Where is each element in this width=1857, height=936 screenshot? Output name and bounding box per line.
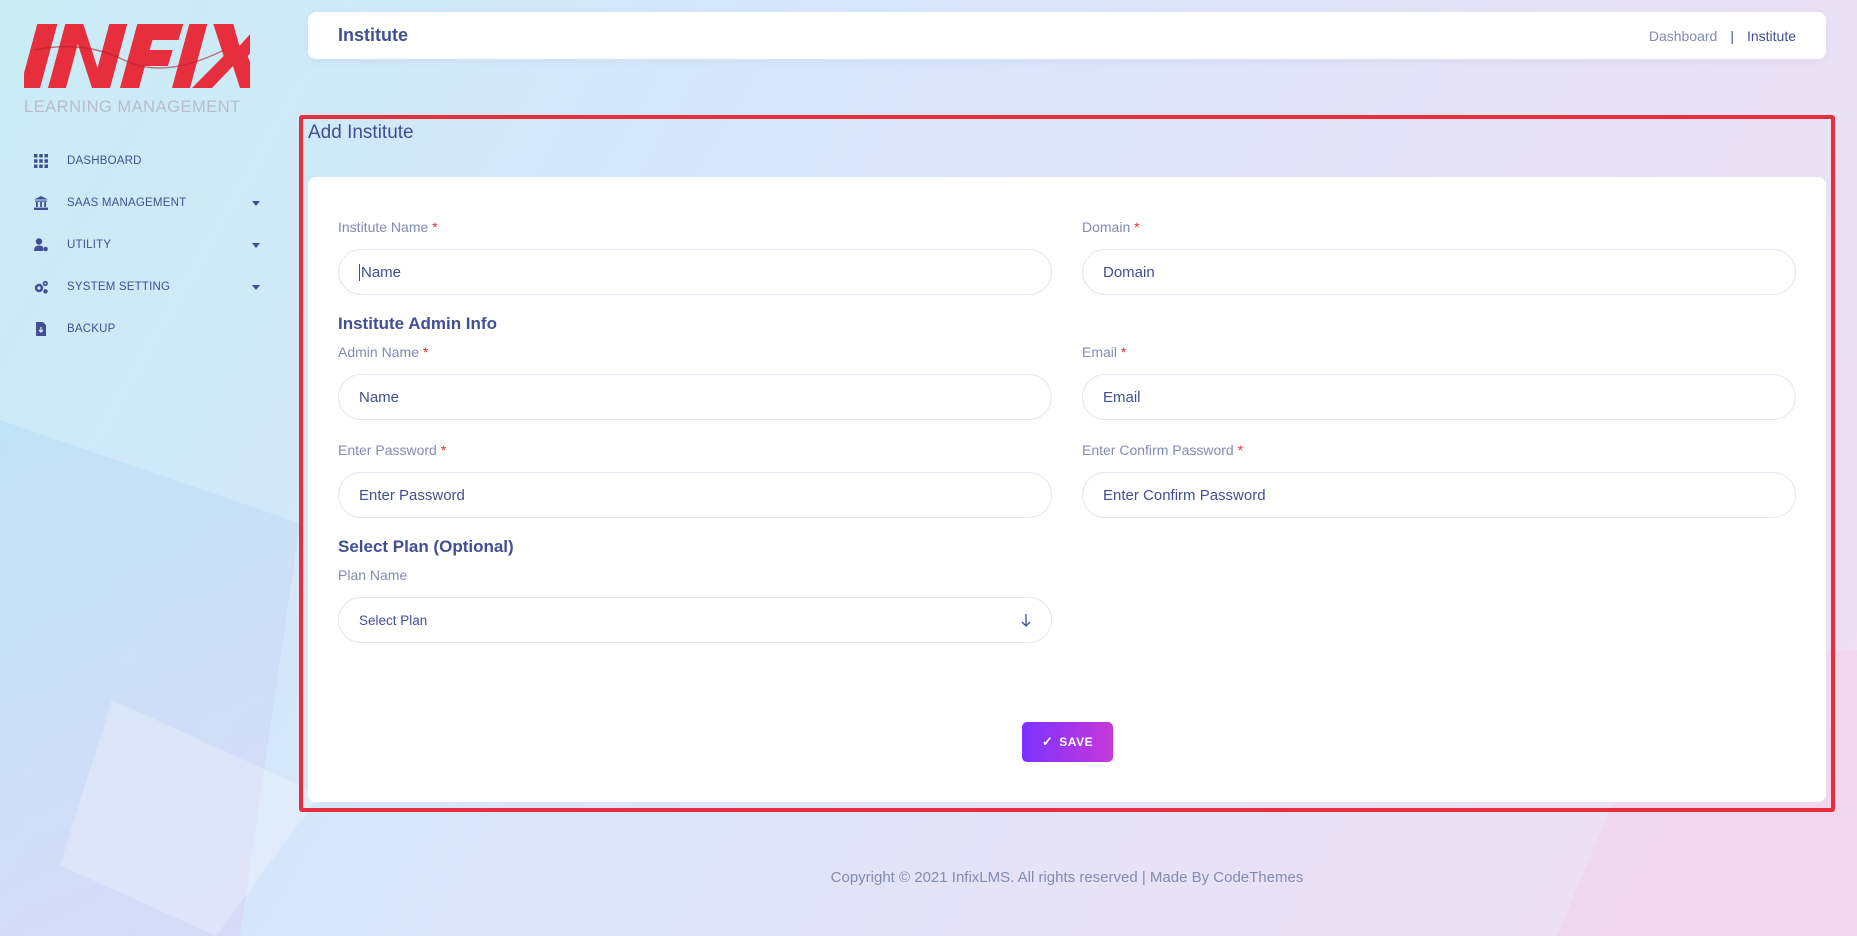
infix-logo-wordmark — [24, 24, 250, 88]
logo[interactable]: LEARNING MANAGEMENT — [24, 20, 254, 120]
user-gear-icon — [34, 238, 48, 252]
chevron-down-icon — [252, 285, 260, 290]
sidebar-item-saas-management[interactable]: SAAS MANAGEMENT — [0, 182, 270, 224]
chevron-down-icon — [252, 201, 260, 206]
page-header: Institute Dashboard | Institute — [308, 12, 1826, 59]
breadcrumb: Dashboard | Institute — [1649, 28, 1796, 44]
page-title: Institute — [338, 25, 408, 45]
sidebar: LEARNING MANAGEMENT DASHBOARD SAAS MANAG… — [0, 0, 270, 936]
highlight-box — [299, 115, 1835, 812]
sidebar-nav: DASHBOARD SAAS MANAGEMENT UTILITY SYSTEM… — [0, 140, 270, 350]
bank-icon — [34, 196, 48, 210]
logo-subtitle: LEARNING MANAGEMENT — [24, 98, 241, 116]
sidebar-item-label: SAAS MANAGEMENT — [67, 197, 187, 209]
sidebar-item-label: DASHBOARD — [67, 155, 142, 167]
file-download-icon — [34, 322, 48, 336]
chevron-down-icon — [252, 243, 260, 248]
cogs-icon — [34, 280, 48, 294]
grid-icon — [34, 154, 48, 168]
sidebar-item-label: UTILITY — [67, 239, 112, 251]
breadcrumb-current: Institute — [1746, 28, 1796, 44]
sidebar-item-system-setting[interactable]: SYSTEM SETTING — [0, 266, 270, 308]
sidebar-item-utility[interactable]: UTILITY — [0, 224, 270, 266]
footer-copyright: Copyright © 2021 InfixLMS. All rights re… — [830, 869, 1304, 886]
sidebar-item-dashboard[interactable]: DASHBOARD — [0, 140, 270, 182]
breadcrumb-separator: | — [1730, 28, 1734, 44]
breadcrumb-dashboard-link[interactable]: Dashboard — [1649, 28, 1718, 44]
sidebar-item-label: BACKUP — [67, 323, 116, 335]
sidebar-item-label: SYSTEM SETTING — [67, 281, 171, 293]
sidebar-item-backup[interactable]: BACKUP — [0, 308, 270, 350]
